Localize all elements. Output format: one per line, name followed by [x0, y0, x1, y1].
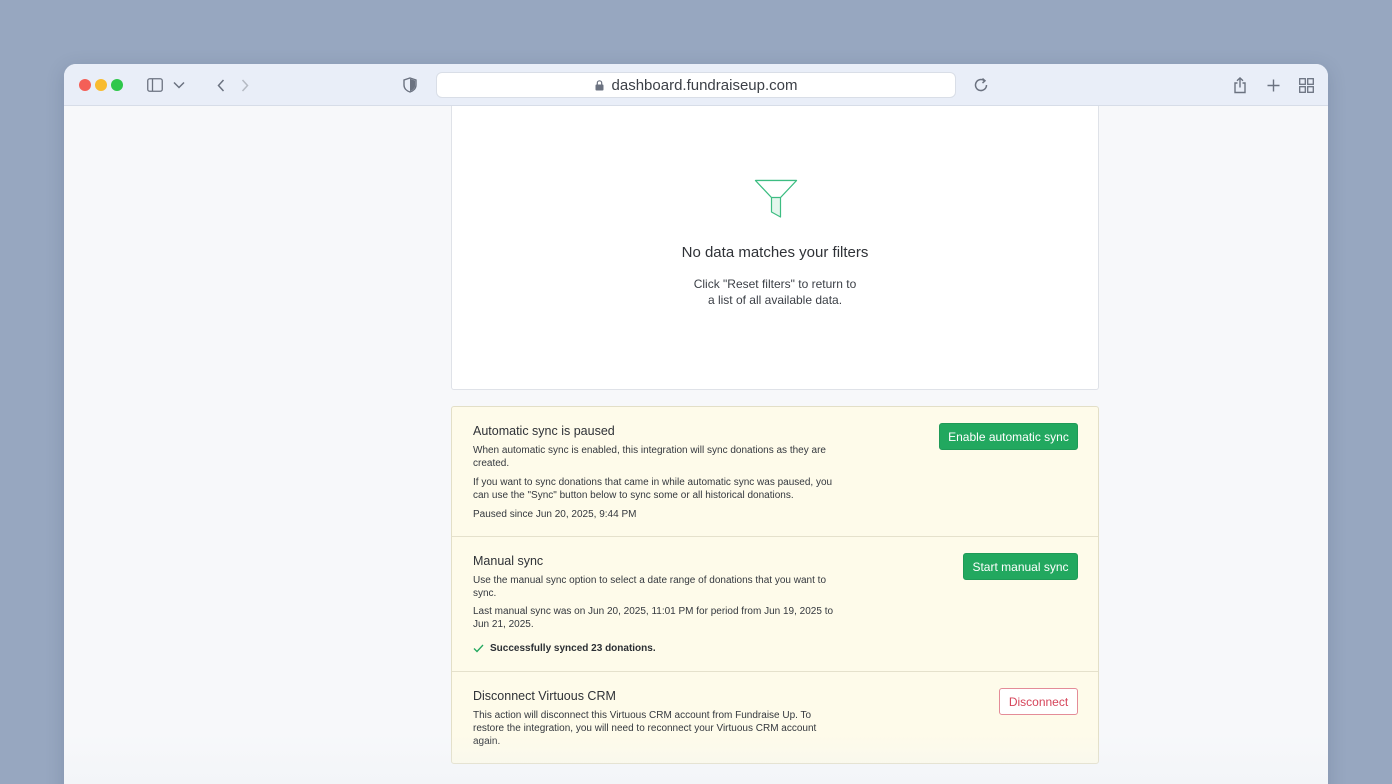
- enable-automatic-sync-button[interactable]: Enable automatic sync: [939, 423, 1078, 450]
- disconnect-section: Disconnect Virtuous CRM This action will…: [452, 672, 1098, 765]
- zoom-window-button[interactable]: [111, 79, 123, 91]
- start-manual-sync-button[interactable]: Start manual sync: [963, 553, 1078, 580]
- chevron-left-icon[interactable]: [211, 75, 231, 95]
- empty-state-description: Click "Reset filters" to return to a lis…: [452, 276, 1098, 308]
- browser-window: dashboard.fundraiseup.com No data matche…: [64, 64, 1328, 784]
- checkmark-icon: [473, 644, 484, 653]
- chevron-down-icon[interactable]: [169, 75, 189, 95]
- disconnect-description: This action will disconnect this Virtuou…: [473, 710, 817, 747]
- automatic-sync-description: When automatic sync is enabled, this int…: [473, 445, 826, 469]
- manual-sync-title: Manual sync: [473, 554, 544, 568]
- empty-state-description-line: Click "Reset filters" to return to: [693, 277, 857, 291]
- automatic-sync-section: Automatic sync is paused When automatic …: [452, 407, 1098, 537]
- funnel-icon: [754, 179, 798, 224]
- last-manual-sync-text: Last manual sync was on Jun 20, 2025, 11…: [473, 606, 834, 630]
- lock-icon: [595, 79, 604, 91]
- close-window-button[interactable]: [79, 79, 91, 91]
- plus-icon[interactable]: [1263, 75, 1283, 95]
- manual-sync-section: Manual sync Use the manual sync option t…: [452, 537, 1098, 672]
- manual-sync-description: Use the manual sync option to select a d…: [473, 575, 827, 599]
- empty-state-description-line: a list of all available data.: [707, 293, 843, 307]
- share-icon[interactable]: [1230, 75, 1250, 95]
- address-bar[interactable]: dashboard.fundraiseup.com: [436, 72, 956, 98]
- chevron-right-icon[interactable]: [235, 75, 255, 95]
- disconnect-title: Disconnect Virtuous CRM: [473, 689, 616, 703]
- sync-success-text: Successfully synced 23 donations.: [490, 643, 656, 654]
- sync-settings-card: Automatic sync is paused When automatic …: [451, 406, 1099, 764]
- shield-icon[interactable]: [400, 75, 420, 95]
- empty-state-card: No data matches your filters Click "Rese…: [451, 106, 1099, 390]
- disconnect-button[interactable]: Disconnect: [999, 688, 1078, 715]
- reload-icon[interactable]: [971, 75, 991, 95]
- url-text: dashboard.fundraiseup.com: [611, 76, 798, 94]
- automatic-sync-title: Automatic sync is paused: [473, 424, 615, 438]
- empty-state-title: No data matches your filters: [681, 244, 869, 261]
- sidebar-icon[interactable]: [145, 75, 165, 95]
- browser-toolbar: dashboard.fundraiseup.com: [64, 64, 1328, 106]
- minimize-window-button[interactable]: [95, 79, 107, 91]
- paused-since-text: Paused since Jun 20, 2025, 9:44 PM: [473, 509, 637, 520]
- automatic-sync-historical-note: If you want to sync donations that came …: [473, 477, 833, 501]
- grid-icon[interactable]: [1296, 75, 1316, 95]
- page-content: No data matches your filters Click "Rese…: [64, 106, 1328, 784]
- sync-success-message: Successfully synced 23 donations.: [473, 643, 656, 654]
